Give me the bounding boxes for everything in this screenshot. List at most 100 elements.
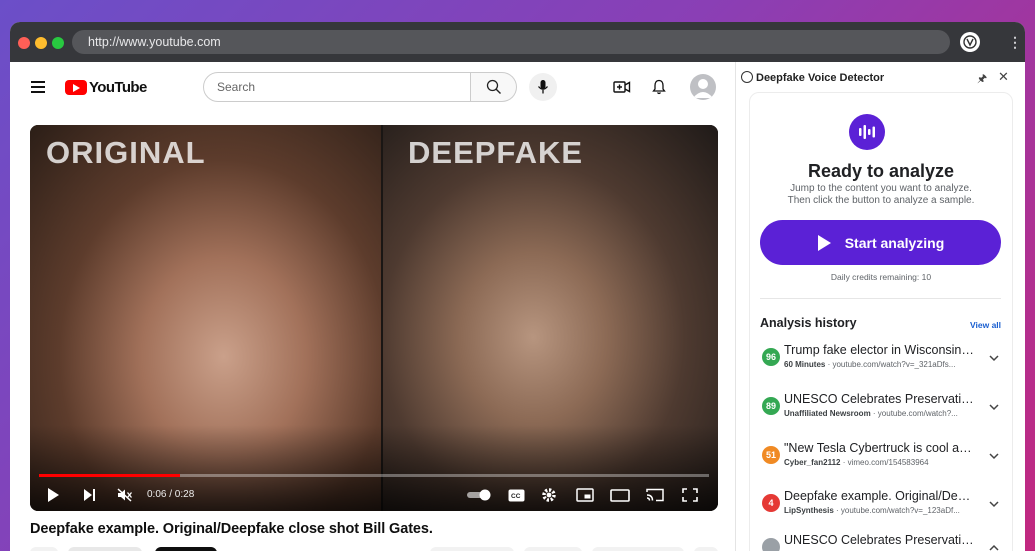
theater-icon (610, 488, 630, 502)
autoplay-toggle-icon (467, 489, 491, 501)
mute-button[interactable] (114, 485, 136, 505)
score-badge: 96 (762, 348, 780, 366)
notifications-button[interactable] (648, 76, 670, 98)
create-video-icon (613, 81, 631, 93)
history-item[interactable]: 96 Trump fake elector in Wisconsin de... 6… (760, 343, 1010, 383)
microphone-icon (537, 80, 549, 94)
history-item[interactable]: UNESCO Celebrates Preservation Ef... (760, 533, 1010, 551)
miniplayer-icon (576, 488, 594, 502)
voice-search-button[interactable] (529, 73, 557, 101)
youtube-page: YouTube Search ORIGINAL DEEPFAKE 0:06 / … (10, 62, 735, 551)
svg-text:CC: CC (511, 493, 521, 500)
history-item[interactable]: 51 "New Tesla Cybertruck is cool and... Cy… (760, 441, 1010, 481)
subscribe-button[interactable] (155, 547, 217, 551)
video-progress-fill (39, 474, 180, 477)
browser-window: http://www.youtube.com ⋮ YouTube Search (10, 22, 1025, 551)
close-window-button[interactable] (18, 37, 30, 49)
theater-mode-button[interactable] (609, 485, 631, 505)
meta-separator: · (833, 506, 841, 515)
maximize-window-button[interactable] (52, 37, 64, 49)
history-item-url: youtube.com/watch?... (877, 409, 958, 418)
autoplay-toggle[interactable] (465, 485, 493, 505)
credits-remaining: Daily credits remaining: 10 (830, 272, 932, 282)
play-button[interactable] (44, 485, 62, 505)
history-item-url: vimeo.com/154583964 (847, 458, 929, 467)
chevron-down-icon[interactable] (988, 400, 1000, 412)
history-item-meta: 60 Minutes · youtube.com/watch?v=_321aDf… (784, 360, 976, 369)
history-title: Analysis history (760, 316, 857, 330)
extension-title: Deepfake Voice Detector (756, 72, 885, 84)
download-button[interactable] (592, 547, 684, 551)
menu-icon[interactable] (31, 81, 45, 96)
close-panel-button[interactable]: ✕ (998, 69, 1009, 85)
extension-icon[interactable] (960, 32, 980, 52)
history-item[interactable]: 4 Deepfake example. Original/Deepfa... Lip… (760, 489, 1010, 529)
history-item-source: Unaffiliated Newsroom (784, 409, 871, 418)
create-button[interactable] (611, 76, 633, 98)
miniplayer-button[interactable] (574, 485, 596, 505)
start-analyzing-button[interactable]: Start analyzing (760, 220, 1001, 265)
bell-icon (652, 79, 666, 95)
history-item-meta: Cyber_fan2112 · vimeo.com/154583964 (784, 458, 976, 467)
score-badge: 51 (762, 446, 780, 464)
history-item-source: 60 Minutes (784, 360, 826, 369)
minimize-window-button[interactable] (35, 37, 47, 49)
share-button[interactable] (524, 547, 582, 551)
meta-separator: · (870, 409, 878, 418)
history-item-source: Cyber_fan2112 (784, 458, 841, 467)
channel-name[interactable] (68, 547, 142, 551)
history-item-source: LipSynthesis (784, 506, 834, 515)
volume-muted-icon (117, 488, 133, 502)
video-label-deepfake: DEEPFAKE (408, 135, 584, 170)
meta-separator: · (840, 458, 848, 467)
youtube-play-icon (65, 80, 87, 95)
fullscreen-icon (682, 488, 698, 502)
chevron-down-icon[interactable] (988, 449, 1000, 461)
chevron-down-icon[interactable] (988, 497, 1000, 509)
history-item-title: Deepfake example. Original/Deepfa... (784, 489, 976, 503)
video-label-original: ORIGINAL (46, 135, 206, 170)
extension-logo-icon (741, 71, 753, 83)
history-item-url: youtube.com/watch?v=_321aDfs... (832, 360, 956, 369)
pin-icon[interactable]: 🖈 (977, 70, 987, 89)
history-item[interactable]: 89 UNESCO Celebrates Preservation Ef... Un… (760, 392, 1010, 432)
history-item-title: Trump fake elector in Wisconsin de... (784, 343, 976, 357)
ready-subtitle-line-1: Jump to the content you want to analyze. (790, 183, 972, 194)
browser-menu-icon[interactable]: ⋮ (1008, 32, 1022, 52)
youtube-logo[interactable]: YouTube (65, 79, 147, 96)
search-icon (486, 79, 501, 94)
browser-titlebar: http://www.youtube.com ⋮ (10, 22, 1025, 62)
soundwave-icon (849, 114, 885, 150)
cast-button[interactable] (644, 485, 666, 505)
play-icon (817, 234, 831, 251)
view-all-link[interactable]: View all (970, 320, 1001, 330)
settings-button[interactable] (539, 485, 559, 505)
ready-subtitle: Jump to the content you want to analyze.… (736, 183, 1025, 207)
score-badge (762, 538, 780, 551)
subtitles-button[interactable]: CC (506, 485, 526, 505)
next-icon (83, 489, 95, 501)
youtube-logo-text: YouTube (89, 79, 147, 96)
score-badge: 89 (762, 397, 780, 415)
history-item-meta: Unaffiliated Newsroom · youtube.com/watc… (784, 409, 976, 418)
score-badge: 4 (762, 494, 780, 512)
fullscreen-button[interactable] (679, 485, 701, 505)
next-button[interactable] (80, 485, 98, 505)
search-button[interactable] (471, 72, 517, 102)
video-player[interactable]: ORIGINAL DEEPFAKE 0:06 / 0:28 CC (30, 125, 718, 511)
avatar[interactable] (690, 74, 716, 100)
chevron-down-icon[interactable] (988, 351, 1000, 363)
channel-avatar[interactable] (30, 547, 58, 551)
more-actions-button[interactable] (694, 547, 718, 551)
history-item-title: UNESCO Celebrates Preservation Ef... (784, 392, 976, 406)
play-icon (48, 488, 59, 502)
start-analyzing-label: Start analyzing (844, 234, 945, 251)
address-bar[interactable]: http://www.youtube.com (72, 30, 950, 54)
search-input[interactable]: Search (203, 72, 471, 102)
video-progress-bar[interactable] (39, 474, 709, 477)
like-button[interactable] (430, 547, 514, 551)
captions-icon: CC (508, 489, 524, 501)
video-timecode: 0:06 / 0:28 (147, 489, 195, 500)
ready-subtitle-line-2: Then click the button to analyze a sampl… (787, 195, 975, 206)
chevron-up-icon[interactable] (988, 541, 1000, 551)
